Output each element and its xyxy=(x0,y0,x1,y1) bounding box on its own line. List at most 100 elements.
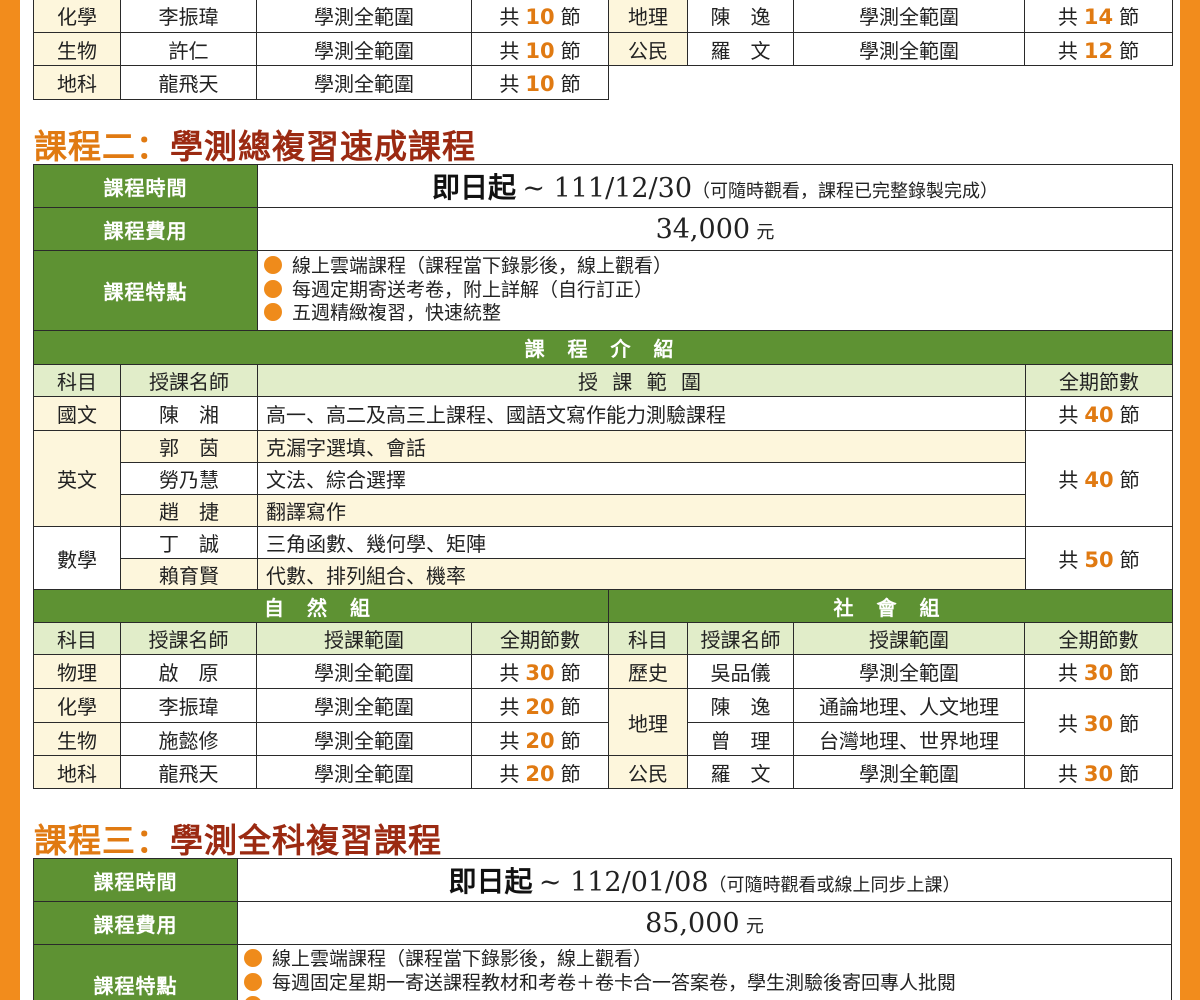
course-feature-row: 課程特點 線上雲端課程（課程當下錄影後，線上觀看） 每週定期寄送考卷，附上詳解（… xyxy=(33,250,1173,331)
table-row: 地科 龍飛天 學測全範圍 共 10 節 xyxy=(33,65,609,100)
feature-item: 每週固定星期一寄送課程教材和考卷＋卷卡合一答案卷，學生測驗後寄回專人批閱 xyxy=(244,972,1167,996)
table-row: 英文 郭 茵 克漏字選填、會話 共 40 節 xyxy=(33,430,1174,527)
table-row: 公民 羅 文 學測全範圍 共 30 節 xyxy=(608,755,1173,789)
feature-item: 線上雲端課程（課程當下錄影後，線上觀看） xyxy=(264,255,1168,279)
range-cell: 學測全範圍 xyxy=(256,65,472,100)
count-cell: 共 30 節 xyxy=(1024,654,1173,689)
subject-cell: 地科 xyxy=(33,755,121,789)
subject-cell: 英文 xyxy=(33,430,121,527)
table-row: 數學 丁 誠 三角函數、幾何學、矩陣 共 50 節 xyxy=(33,526,1174,591)
subject-cell: 生物 xyxy=(33,32,121,66)
table-row: 生物 施懿修 學測全範圍 共 20 節 xyxy=(33,722,609,756)
teacher-cell: 啟 原 xyxy=(120,654,257,689)
course-fee-value: 34,000 元 xyxy=(257,207,1173,251)
range-cell: 學測全範圍 xyxy=(256,0,472,33)
count-cell: 共 20 節 xyxy=(471,688,609,723)
count-cell: 共 10 節 xyxy=(471,65,609,100)
bullet-icon xyxy=(264,303,282,322)
course2-intro-table: 課 程 介 紹 科目 授課名師 授 課 範 圍 全期節數 國文 陳 湘 高一、高… xyxy=(32,330,1174,591)
table-row: 地理 陳 逸 通論地理、人文地理 共 30 節 xyxy=(608,688,1173,756)
table-row: 化學 李振瑋 學測全範圍 共 20 節 xyxy=(33,688,609,723)
range-cell: 學測全範圍 xyxy=(256,32,472,66)
teacher-cell: 陳 逸 xyxy=(687,0,794,33)
bullet-icon xyxy=(244,996,262,1000)
teacher-cell: 曾 理 xyxy=(687,722,794,756)
intro-header-row: 課 程 介 紹 xyxy=(32,330,1174,365)
right-orange-border xyxy=(1180,0,1200,1000)
range-cell: 代數、排列組合、機率 xyxy=(257,558,1026,591)
teacher-cell: 羅 文 xyxy=(687,755,794,789)
count-cell: 共 50 節 xyxy=(1024,526,1174,591)
teacher-cell: 龍飛天 xyxy=(120,65,257,100)
column-header-row: 科目 授課名師 授課範圍 全期節數 xyxy=(33,622,609,655)
range-cell: 學測全範圍 xyxy=(793,0,1025,33)
teacher-cell: 施懿修 xyxy=(120,722,257,756)
col-subject: 科目 xyxy=(33,364,121,397)
course2-title: 課程二：學測總複習速成課程 xyxy=(34,127,476,166)
course-time-row: 課程時間 即日起 ~ 112/01/08（可隨時觀看或線上同步上課） xyxy=(33,858,1172,902)
count-cell: 共 30 節 xyxy=(471,654,609,689)
count-cell: 共 10 節 xyxy=(471,0,609,33)
range-cell: 通論地理、人文地理 xyxy=(793,688,1025,723)
subject-cell: 公民 xyxy=(608,755,688,789)
table-row: 趙 捷 翻譯寫作 xyxy=(34,494,1173,527)
course-feature-list: 線上雲端課程（課程當下錄影後，線上觀看） 每週固定星期一寄送課程教材和考卷＋卷卡… xyxy=(237,944,1172,1000)
subject-cell: 地科 xyxy=(33,65,121,100)
science-group-header: 自 然 組 xyxy=(33,589,609,623)
feature-item xyxy=(244,995,1167,1000)
subject-cell: 數學 xyxy=(33,526,121,591)
table-row: 國文 陳 湘 高一、高二及高三上課程、國語文寫作能力測驗課程 共 40 節 xyxy=(33,396,1174,431)
subject-cell: 地理 xyxy=(608,688,688,756)
subject-cell: 物理 xyxy=(33,654,121,689)
course-time-row: 課程時間 即日起 ~ 111/12/30（可隨時觀看，課程已完整錄製完成） xyxy=(33,164,1173,208)
col-range: 授 課 範 圍 xyxy=(257,364,1026,397)
course-time-label: 課程時間 xyxy=(33,858,238,902)
count-cell: 共 14 節 xyxy=(1024,0,1173,33)
course-feature-row: 課程特點 線上雲端課程（課程當下錄影後，線上觀看） 每週固定星期一寄送課程教材和… xyxy=(33,944,1172,1000)
teacher-cell: 羅 文 xyxy=(687,32,794,66)
count-cell: 共 40 節 xyxy=(1024,396,1174,431)
table-row: 生物 許仁 學測全範圍 共 10 節 xyxy=(33,32,609,66)
count-cell: 共 10 節 xyxy=(471,32,609,66)
teacher-cell: 勞乃慧 xyxy=(120,462,258,495)
count-cell: 共 12 節 xyxy=(1024,32,1173,66)
col-teacher: 授課名師 xyxy=(687,622,794,655)
count-cell: 共 30 節 xyxy=(1024,688,1173,756)
table-row: 地理 陳 逸 學測全範圍 共 14 節 xyxy=(608,0,1173,33)
teacher-cell: 龍飛天 xyxy=(120,755,257,789)
subject-cell: 歷史 xyxy=(608,654,688,689)
teacher-cell: 賴育賢 xyxy=(120,558,258,591)
teacher-cell: 趙 捷 xyxy=(120,494,258,527)
range-cell: 學測全範圍 xyxy=(256,722,472,756)
range-cell: 學測全範圍 xyxy=(793,32,1025,66)
group-header-row: 社 會 組 xyxy=(608,589,1173,623)
prev-science-table: 化學 李振瑋 學測全範圍 共 10 節 生物 許仁 學測全範圍 共 10 節 地科 龍飛… xyxy=(33,0,609,100)
course-feature-label: 課程特點 xyxy=(33,250,258,331)
col-range: 授課範圍 xyxy=(793,622,1025,655)
subject-cell: 生物 xyxy=(33,722,121,756)
col-teacher: 授課名師 xyxy=(120,622,257,655)
intro-column-header-row: 科目 授課名師 授 課 範 圍 全期節數 xyxy=(33,364,1174,397)
range-cell: 高一、高二及高三上課程、國語文寫作能力測驗課程 xyxy=(257,396,1026,431)
col-count: 全期節數 xyxy=(1024,364,1174,397)
range-cell: 克漏字選填、會話 xyxy=(257,430,1026,463)
col-count: 全期節數 xyxy=(1024,622,1173,655)
group-header-row: 自 然 組 xyxy=(33,589,609,623)
teacher-cell: 許仁 xyxy=(120,32,257,66)
course-fee-row: 課程費用 34,000 元 xyxy=(33,207,1173,251)
social-group-header: 社 會 組 xyxy=(608,589,1173,623)
teacher-cell: 丁 誠 xyxy=(120,526,258,559)
col-subject: 科目 xyxy=(608,622,688,655)
subject-cell: 公民 xyxy=(608,32,688,66)
table-row: 公民 羅 文 學測全範圍 共 12 節 xyxy=(608,32,1173,66)
table-row: 賴育賢 代數、排列組合、機率 xyxy=(34,558,1173,591)
table-row: 歷史 吳品儀 學測全範圍 共 30 節 xyxy=(608,654,1173,689)
feature-item: 每週定期寄送考卷，附上詳解（自行訂正） xyxy=(264,279,1168,303)
bullet-icon xyxy=(264,256,282,275)
range-cell: 學測全範圍 xyxy=(793,654,1025,689)
course2-info-table: 課程時間 即日起 ~ 111/12/30（可隨時觀看，課程已完整錄製完成） 課程… xyxy=(33,164,1173,331)
count-cell: 共 40 節 xyxy=(1024,430,1174,527)
course-time-value: 即日起 ~ 112/01/08（可隨時觀看或線上同步上課） xyxy=(237,858,1172,902)
count-cell: 共 30 節 xyxy=(1024,755,1173,789)
col-count: 全期節數 xyxy=(471,622,609,655)
